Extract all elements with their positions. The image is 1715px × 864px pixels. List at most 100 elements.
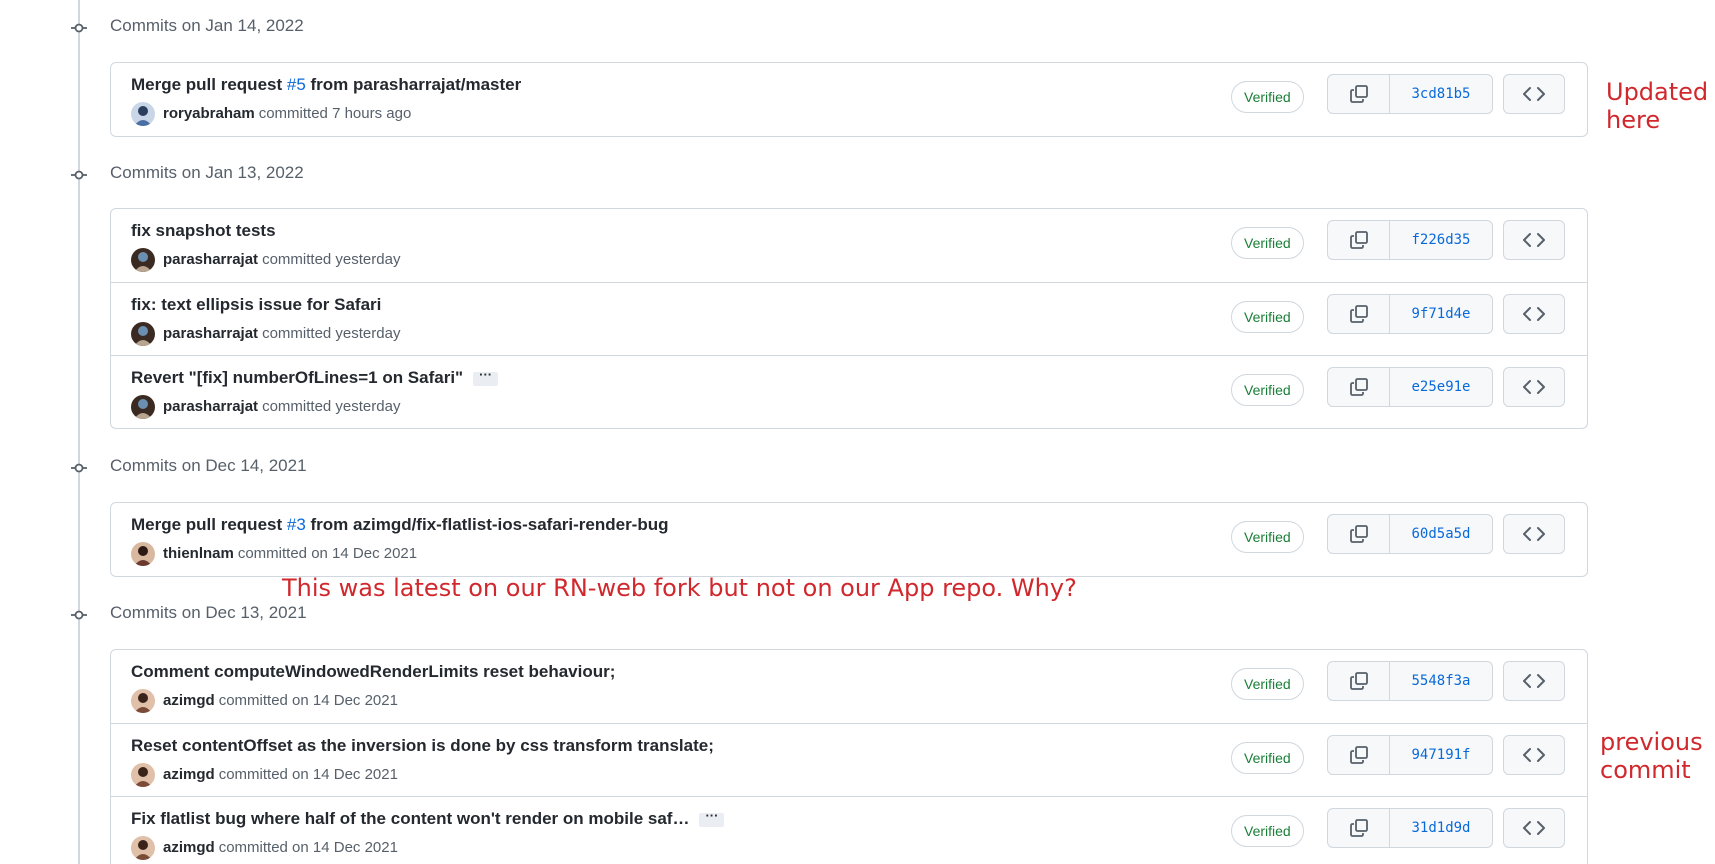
user-avatar[interactable] [131,322,155,346]
commit-time: committed on 14 Dec 2021 [218,839,398,856]
copy-icon[interactable] [1328,662,1390,700]
commit-group-title: Commits on Jan 13, 2022 [110,163,304,182]
commit-author-link[interactable]: parasharrajat [163,324,258,344]
commit-message-text[interactable]: Merge pull request [131,515,287,534]
commit-sha-link[interactable]: 60d5a5d [1390,515,1492,553]
commit-message-text[interactable]: fix: text ellipsis issue for Safari [131,295,381,314]
verified-badge[interactable]: Verified [1231,668,1304,700]
commit-message-text[interactable]: Revert "[fix] numberOfLines=1 on Safari" [131,368,463,387]
code-icon[interactable] [1503,367,1565,407]
commit-time: committed yesterday [262,325,401,342]
verified-badge[interactable]: Verified [1231,374,1304,406]
copy-icon[interactable] [1328,515,1390,553]
verified-badge[interactable]: Verified [1231,227,1304,259]
verified-badge[interactable]: Verified [1231,521,1304,553]
user-avatar[interactable] [131,542,155,566]
expand-message-button[interactable]: ··· [473,368,499,386]
commit-author-link[interactable]: parasharrajat [163,397,258,417]
commit-message[interactable]: Comment computeWindowedRenderLimits rese… [131,661,615,683]
user-avatar[interactable] [131,763,155,787]
copy-icon[interactable] [1328,736,1390,774]
copy-icon[interactable] [1328,221,1390,259]
commit-meta: parasharrajat committed yesterday [131,322,400,346]
commit-message-text[interactable]: from parasharrajat/master [306,75,522,94]
pull-request-link[interactable]: #3 [287,515,306,534]
commit-author-link[interactable]: roryabraham [163,104,255,124]
user-avatar[interactable] [131,689,155,713]
verified-badge[interactable]: Verified [1231,301,1304,333]
commit-group-title: Commits on Dec 14, 2021 [110,456,307,475]
code-icon[interactable] [1503,661,1565,701]
annotation-line: previous [1600,728,1703,756]
code-icon[interactable] [1503,735,1565,775]
commit-message-text[interactable]: Comment computeWindowedRenderLimits rese… [131,662,615,681]
user-avatar[interactable] [131,102,155,126]
commit-message-text[interactable]: Fix flatlist bug where half of the conte… [131,809,689,828]
user-avatar[interactable] [131,836,155,860]
sha-button-group: 31d1d9d [1327,808,1493,848]
commit-sha-link[interactable]: f226d35 [1390,221,1492,259]
commit-meta: azimgd committed on 14 Dec 2021 [131,689,398,713]
code-icon[interactable] [1503,74,1565,114]
sha-button-group: 947191f [1327,735,1493,775]
sha-button-group: 3cd81b5 [1327,74,1493,114]
commit-message[interactable]: fix snapshot tests [131,220,276,242]
commit-message[interactable]: fix: text ellipsis issue for Safari [131,294,381,316]
user-avatar[interactable] [131,248,155,272]
code-icon[interactable] [1503,514,1565,554]
verified-badge[interactable]: Verified [1231,81,1304,113]
copy-icon[interactable] [1328,75,1390,113]
copy-icon[interactable] [1328,295,1390,333]
commit-author-link[interactable]: azimgd [163,691,215,711]
commit-message[interactable]: Merge pull request #5 from parasharrajat… [131,74,521,96]
commit-message[interactable]: Merge pull request #3 from azimgd/fix-fl… [131,514,669,536]
commit-row: Revert "[fix] numberOfLines=1 on Safari"… [111,355,1587,428]
code-icon[interactable] [1503,294,1565,334]
annotation-line: commit [1600,756,1691,784]
commit-message-text[interactable]: Reset contentOffset as the inversion is … [131,736,714,755]
commit-row: Comment computeWindowedRenderLimits rese… [111,650,1587,723]
commit-group-title: Commits on Jan 14, 2022 [110,16,304,35]
commit-row: Reset contentOffset as the inversion is … [111,723,1587,796]
commit-group-header: Commits on Dec 13, 2021 [0,603,1600,629]
verified-badge[interactable]: Verified [1231,742,1304,774]
commit-time: committed on 14 Dec 2021 [218,766,398,783]
commit-sha-link[interactable]: 9f71d4e [1390,295,1492,333]
verified-badge[interactable]: Verified [1231,815,1304,847]
copy-icon[interactable] [1328,809,1390,847]
pull-request-link[interactable]: #5 [287,75,306,94]
git-commit-icon [71,460,87,476]
commit-author-link[interactable]: azimgd [163,765,215,785]
commit-meta: parasharrajat committed yesterday [131,248,400,272]
commit-sha-link[interactable]: 3cd81b5 [1390,75,1492,113]
commit-author-link[interactable]: parasharrajat [163,250,258,270]
copy-icon[interactable] [1328,368,1390,406]
commit-list: fix snapshot tests parasharrajat committed… [110,208,1588,429]
commit-message-text[interactable]: fix snapshot tests [131,221,276,240]
user-avatar[interactable] [131,395,155,419]
expand-message-button[interactable]: ··· [699,809,725,827]
commit-row: fix snapshot tests parasharrajat committed… [111,209,1587,282]
commit-sha-link[interactable]: 5548f3a [1390,662,1492,700]
commit-sha-link[interactable]: e25e91e [1390,368,1492,406]
commit-meta: roryabraham committed 7 hours ago [131,102,411,126]
commit-sha-link[interactable]: 947191f [1390,736,1492,774]
commit-message-text[interactable]: from azimgd/fix-flatlist-ios-safari-rend… [306,515,669,534]
commit-group-header: Commits on Jan 13, 2022 [0,163,1600,189]
commit-author-link[interactable]: thienlnam [163,544,234,564]
code-icon[interactable] [1503,808,1565,848]
commit-author-link[interactable]: azimgd [163,838,215,858]
code-icon[interactable] [1503,220,1565,260]
commit-sha-link[interactable]: 31d1d9d [1390,809,1492,847]
commit-message[interactable]: Reset contentOffset as the inversion is … [131,735,714,757]
commit-message[interactable]: Fix flatlist bug where half of the conte… [131,808,725,830]
annotation-previous-commit: previous commit [1600,728,1703,784]
git-commit-icon [71,607,87,623]
commit-time: committed on 14 Dec 2021 [218,692,398,709]
commit-message[interactable]: Revert "[fix] numberOfLines=1 on Safari"… [131,367,499,389]
commit-list: Merge pull request #3 from azimgd/fix-fl… [110,502,1588,577]
annotation-line: Updated [1606,78,1709,106]
commit-meta: azimgd committed on 14 Dec 2021 [131,763,398,787]
commit-meta: azimgd committed on 14 Dec 2021 [131,836,398,860]
commit-message-text[interactable]: Merge pull request [131,75,287,94]
